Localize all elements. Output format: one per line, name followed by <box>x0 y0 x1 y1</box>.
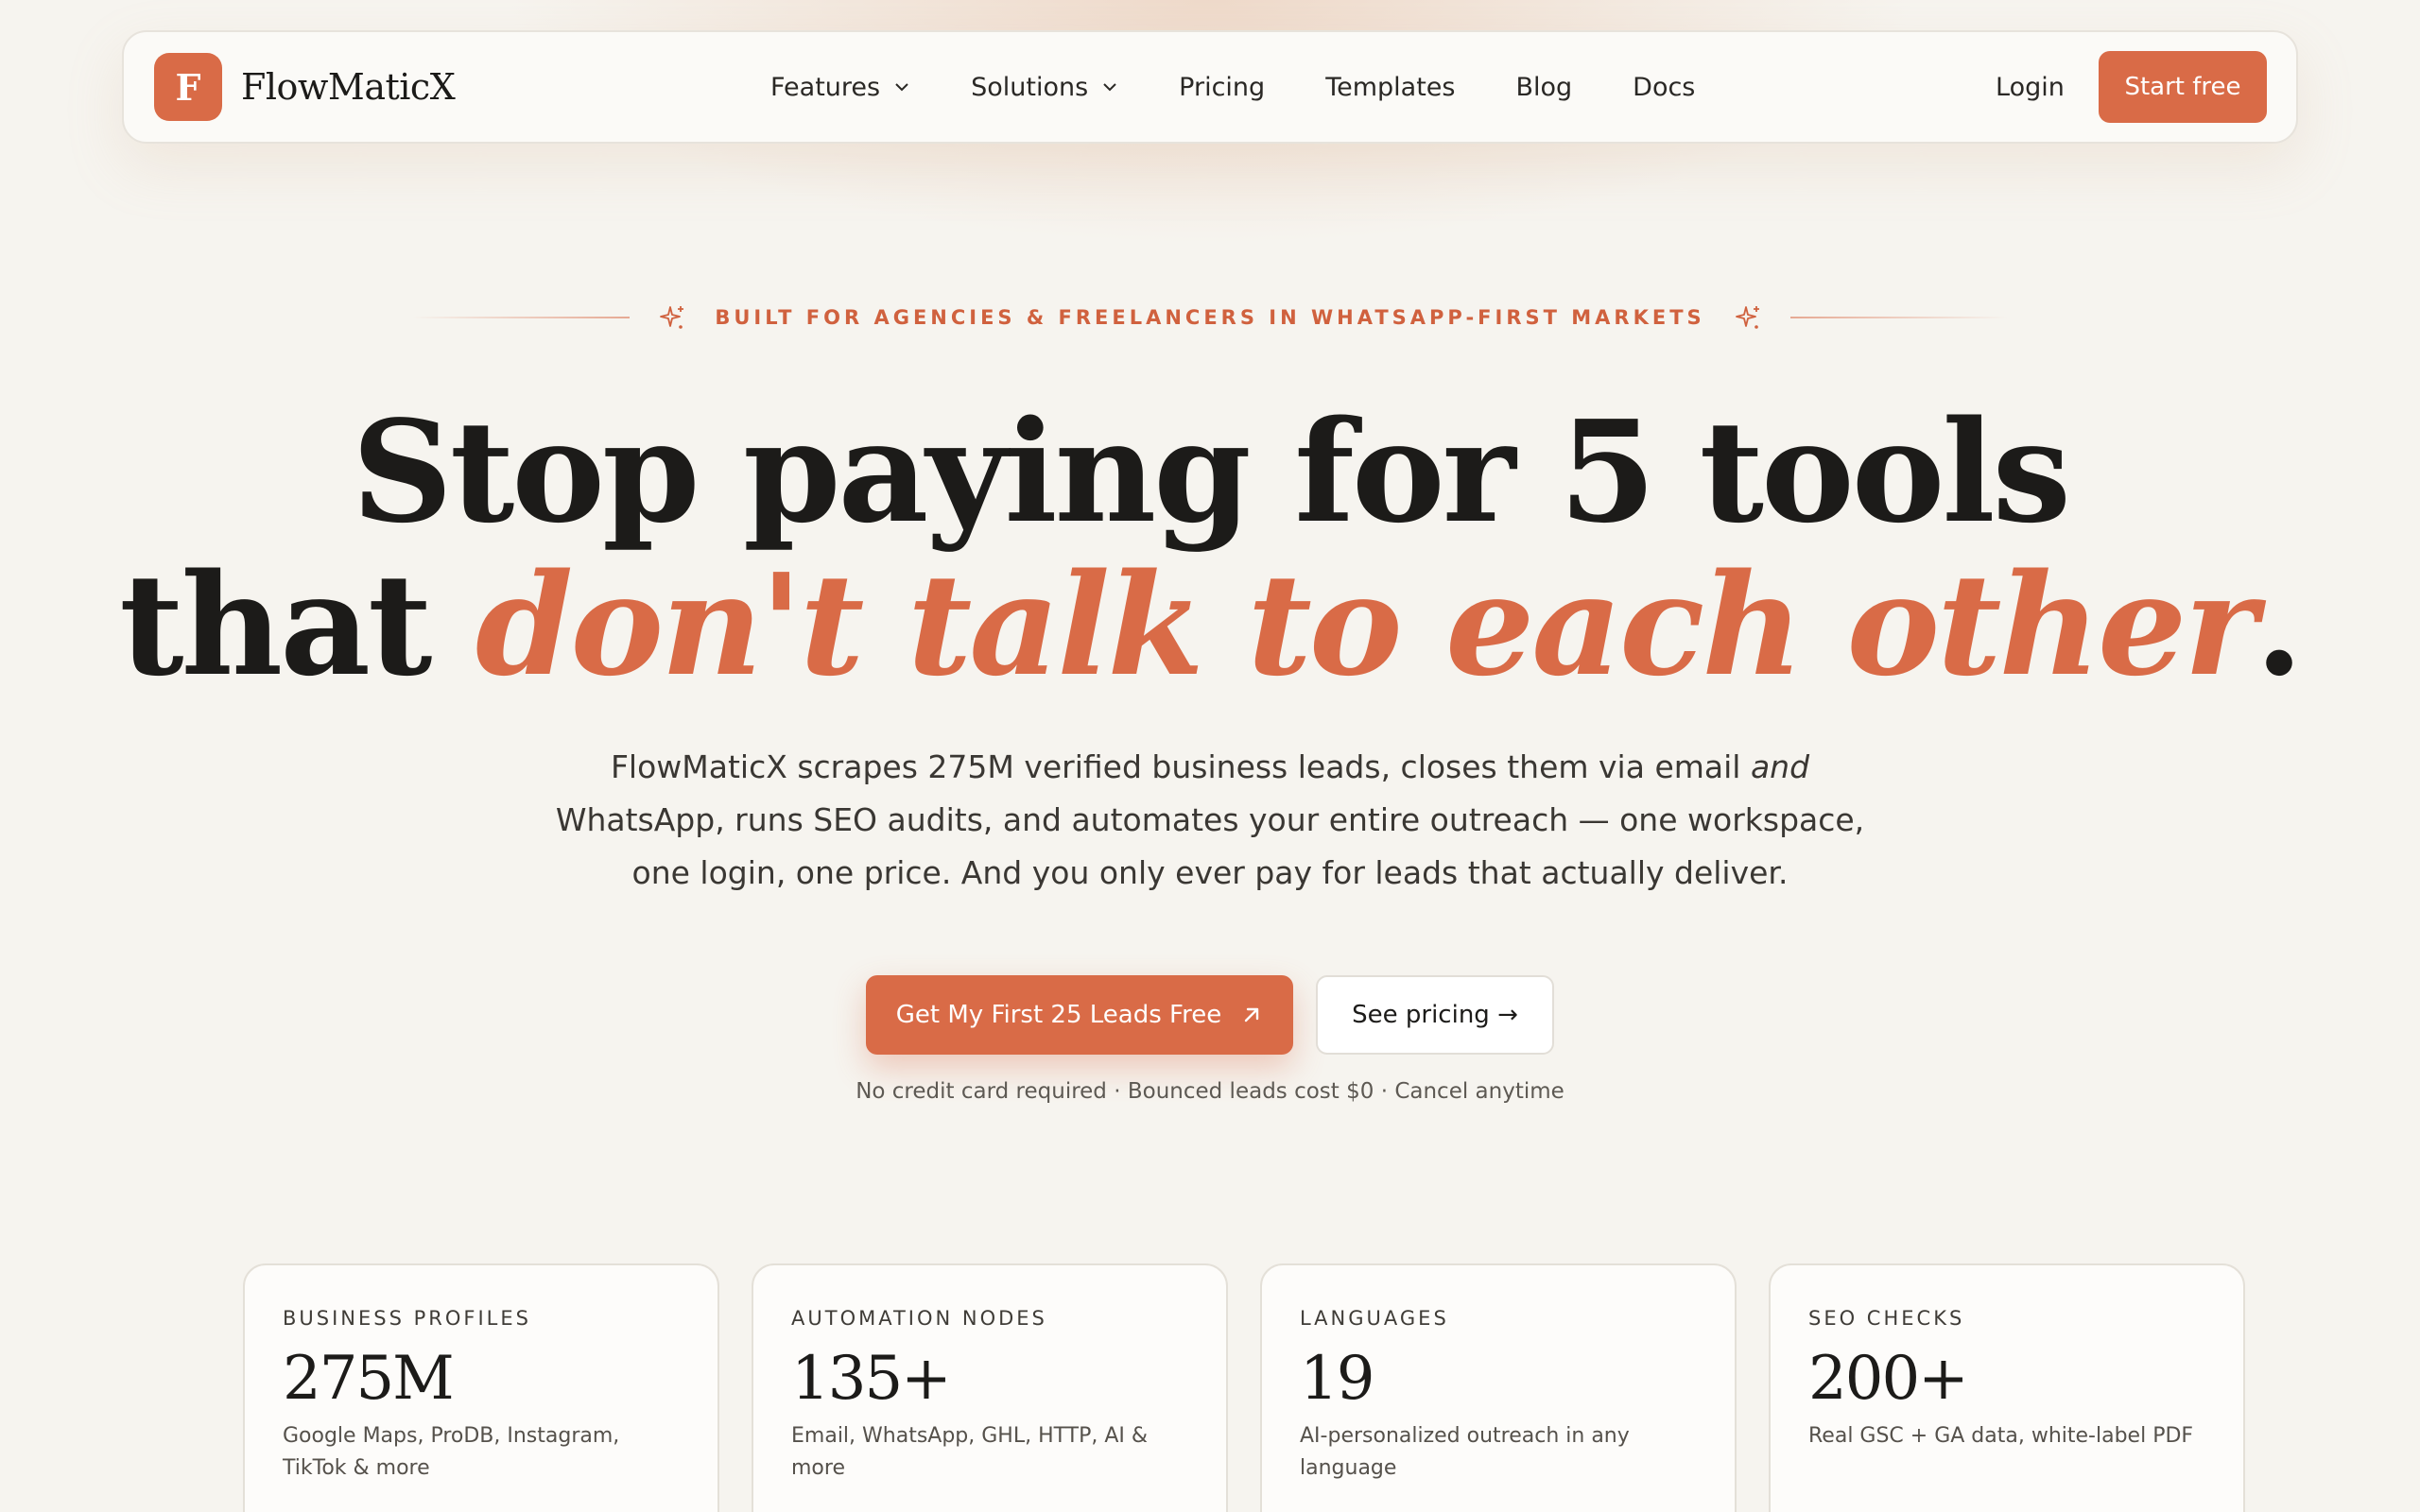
chevron-down-icon <box>895 83 908 92</box>
nav-item-solutions[interactable]: Solutions <box>971 73 1118 102</box>
stat-value: 200+ <box>1808 1344 1969 1414</box>
headline-end: . <box>2255 542 2304 707</box>
stat-description: Email, WhatsApp, GHL, HTTP, AI & more <box>791 1424 1149 1480</box>
nav-item-pricing[interactable]: Pricing <box>1179 73 1265 102</box>
stat-label: BUSINESS PROFILES <box>283 1307 531 1330</box>
stat-value: 275M <box>283 1344 455 1414</box>
subtext-emphasis: and <box>1750 748 1810 785</box>
nav-item-docs[interactable]: Docs <box>1633 73 1695 102</box>
stat-description: Google Maps, ProDB, Instagram, TikTok & … <box>283 1424 620 1480</box>
sparkle-icon <box>1735 306 1759 329</box>
start-free-button[interactable]: Start free <box>2099 51 2267 123</box>
cta-primary-label: Get My First 25 Leads Free <box>895 1001 1222 1029</box>
stat-description: Real GSC + GA data, white-label PDF <box>1808 1424 2194 1448</box>
stat-description: AI-personalized outreach in any language <box>1300 1424 1630 1480</box>
stats-cards: BUSINESS PROFILES 275M Google Maps, ProD… <box>243 1263 2245 1512</box>
headline-accent: don't talk to each other <box>475 542 2257 707</box>
stat-value: 135+ <box>791 1344 952 1414</box>
stat-label: AUTOMATION NODES <box>791 1307 1047 1330</box>
nav-item-templates[interactable]: Templates <box>1325 73 1455 102</box>
get-free-leads-button[interactable]: Get My First 25 Leads Free <box>866 975 1293 1055</box>
subtext-part-2: WhatsApp, runs SEO audits, and automates… <box>555 801 1865 891</box>
login-link[interactable]: Login <box>1996 32 2065 142</box>
logo-mark: F <box>154 53 222 121</box>
cta-fineprint: No credit card required · Bounced leads … <box>856 1079 1564 1104</box>
see-pricing-button[interactable]: See pricing → <box>1316 975 1554 1055</box>
stat-card-business-profiles: BUSINESS PROFILES 275M Google Maps, ProD… <box>243 1263 719 1512</box>
stat-label: LANGUAGES <box>1300 1307 1449 1330</box>
chevron-down-icon <box>1103 83 1116 92</box>
sparkle-icon <box>660 306 684 329</box>
hero-subtext: FlowMaticX scrapes 275M verified busines… <box>548 741 1872 900</box>
arrow-up-right-icon <box>1245 1007 1259 1022</box>
brand-logo[interactable]: F FlowMaticX <box>154 53 456 121</box>
eyebrow-divider-right <box>1789 317 2008 318</box>
eyebrow-divider-left <box>412 317 631 318</box>
hero-eyebrow: BUILT FOR AGENCIES & FREELANCERS IN WHAT… <box>0 299 2420 336</box>
nav-item-features[interactable]: Features <box>770 73 910 102</box>
headline-line-1: Stop paying for 5 tools <box>352 389 2071 554</box>
nav-links: Features Solutions Pricing Templates Blo… <box>770 32 1755 142</box>
headline-line-2-start: that <box>119 542 475 707</box>
stat-card-automation-nodes: AUTOMATION NODES 135+ Email, WhatsApp, G… <box>752 1263 1228 1512</box>
eyebrow-text: BUILT FOR AGENCIES & FREELANCERS IN WHAT… <box>715 306 1705 329</box>
nav-item-blog[interactable]: Blog <box>1515 73 1572 102</box>
hero-headline: Stop paying for 5 tools that don't talk … <box>0 395 2420 701</box>
top-navbar: F FlowMaticX Features Solutions Pricing … <box>122 30 2298 144</box>
stat-card-seo-checks: SEO CHECKS 200+ Real GSC + GA data, whit… <box>1769 1263 2245 1512</box>
brand-name: FlowMaticX <box>241 66 456 108</box>
stat-value: 19 <box>1300 1344 1374 1414</box>
stat-card-languages: LANGUAGES 19 AI-personalized outreach in… <box>1260 1263 1737 1512</box>
nav-item-label: Features <box>770 72 881 102</box>
nav-item-label: Solutions <box>971 72 1089 102</box>
stat-label: SEO CHECKS <box>1808 1307 1965 1330</box>
subtext-part-1: FlowMaticX scrapes 275M verified busines… <box>610 748 1751 785</box>
